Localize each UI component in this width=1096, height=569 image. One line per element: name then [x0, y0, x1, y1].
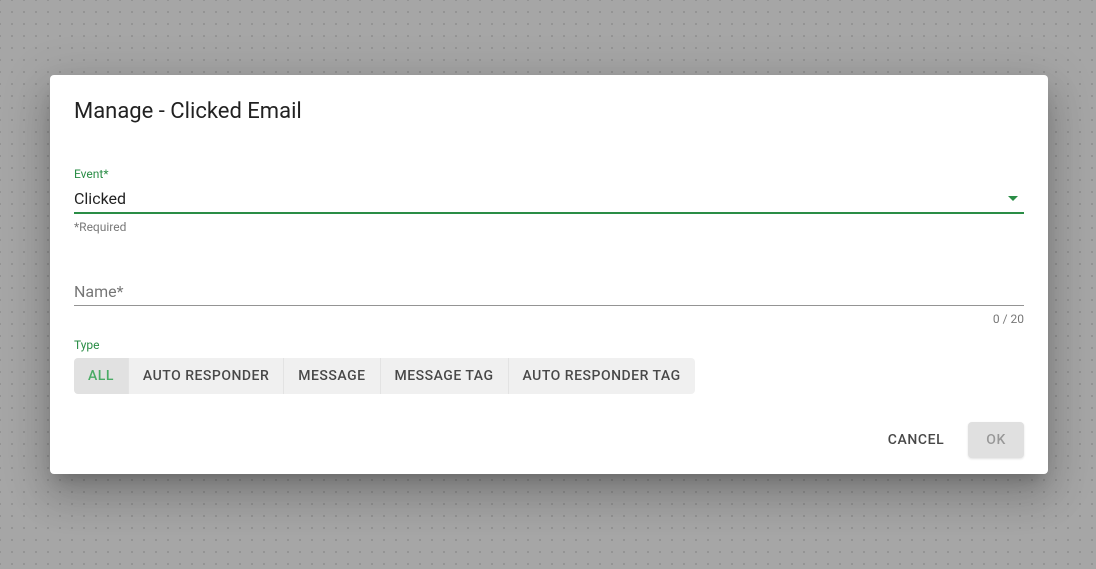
type-toggle-group: ALL AUTO RESPONDER MESSAGE MESSAGE TAG A…: [74, 358, 695, 394]
type-option-message-tag[interactable]: MESSAGE TAG: [381, 358, 509, 394]
event-label: Event*: [74, 168, 1024, 180]
dialog-title: Manage - Clicked Email: [74, 99, 1024, 124]
cancel-button[interactable]: CANCEL: [876, 422, 957, 458]
name-char-counter: 0 / 20: [74, 312, 1024, 326]
type-label: Type: [74, 338, 1024, 352]
event-helper: *Required: [74, 220, 1024, 234]
event-value: Clicked: [74, 189, 126, 208]
dialog-actions: CANCEL OK: [74, 422, 1024, 458]
event-select[interactable]: Clicked: [74, 184, 1024, 214]
type-option-auto-responder-tag[interactable]: AUTO RESPONDER TAG: [509, 358, 695, 394]
dropdown-arrow-icon: [1008, 196, 1018, 201]
name-input[interactable]: Name*: [74, 278, 1024, 306]
manage-dialog: Manage - Clicked Email Event* Clicked *R…: [50, 75, 1048, 474]
type-option-all[interactable]: ALL: [74, 358, 129, 394]
type-section: Type ALL AUTO RESPONDER MESSAGE MESSAGE …: [74, 338, 1024, 394]
type-option-message[interactable]: MESSAGE: [284, 358, 380, 394]
name-placeholder: Name*: [74, 282, 124, 305]
name-field: Name* 0 / 20: [74, 278, 1024, 326]
event-field: Event* Clicked *Required: [74, 168, 1024, 234]
type-option-auto-responder[interactable]: AUTO RESPONDER: [129, 358, 284, 394]
ok-button[interactable]: OK: [968, 422, 1024, 458]
